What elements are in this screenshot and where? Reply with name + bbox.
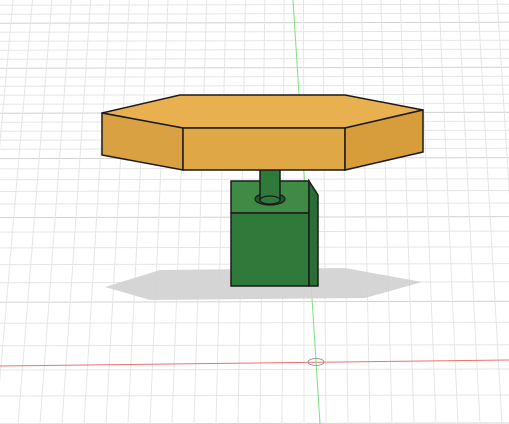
shaft[interactable] bbox=[259, 164, 281, 205]
base-block-front-face bbox=[230, 212, 310, 287]
top-plate[interactable] bbox=[101, 94, 424, 171]
3d-viewport[interactable] bbox=[0, 0, 509, 424]
base-block-side-face bbox=[308, 178, 319, 287]
top-plate-front-face bbox=[182, 127, 346, 171]
shaft-bottom bbox=[259, 195, 281, 205]
viewport-canvas[interactable] bbox=[0, 0, 509, 424]
